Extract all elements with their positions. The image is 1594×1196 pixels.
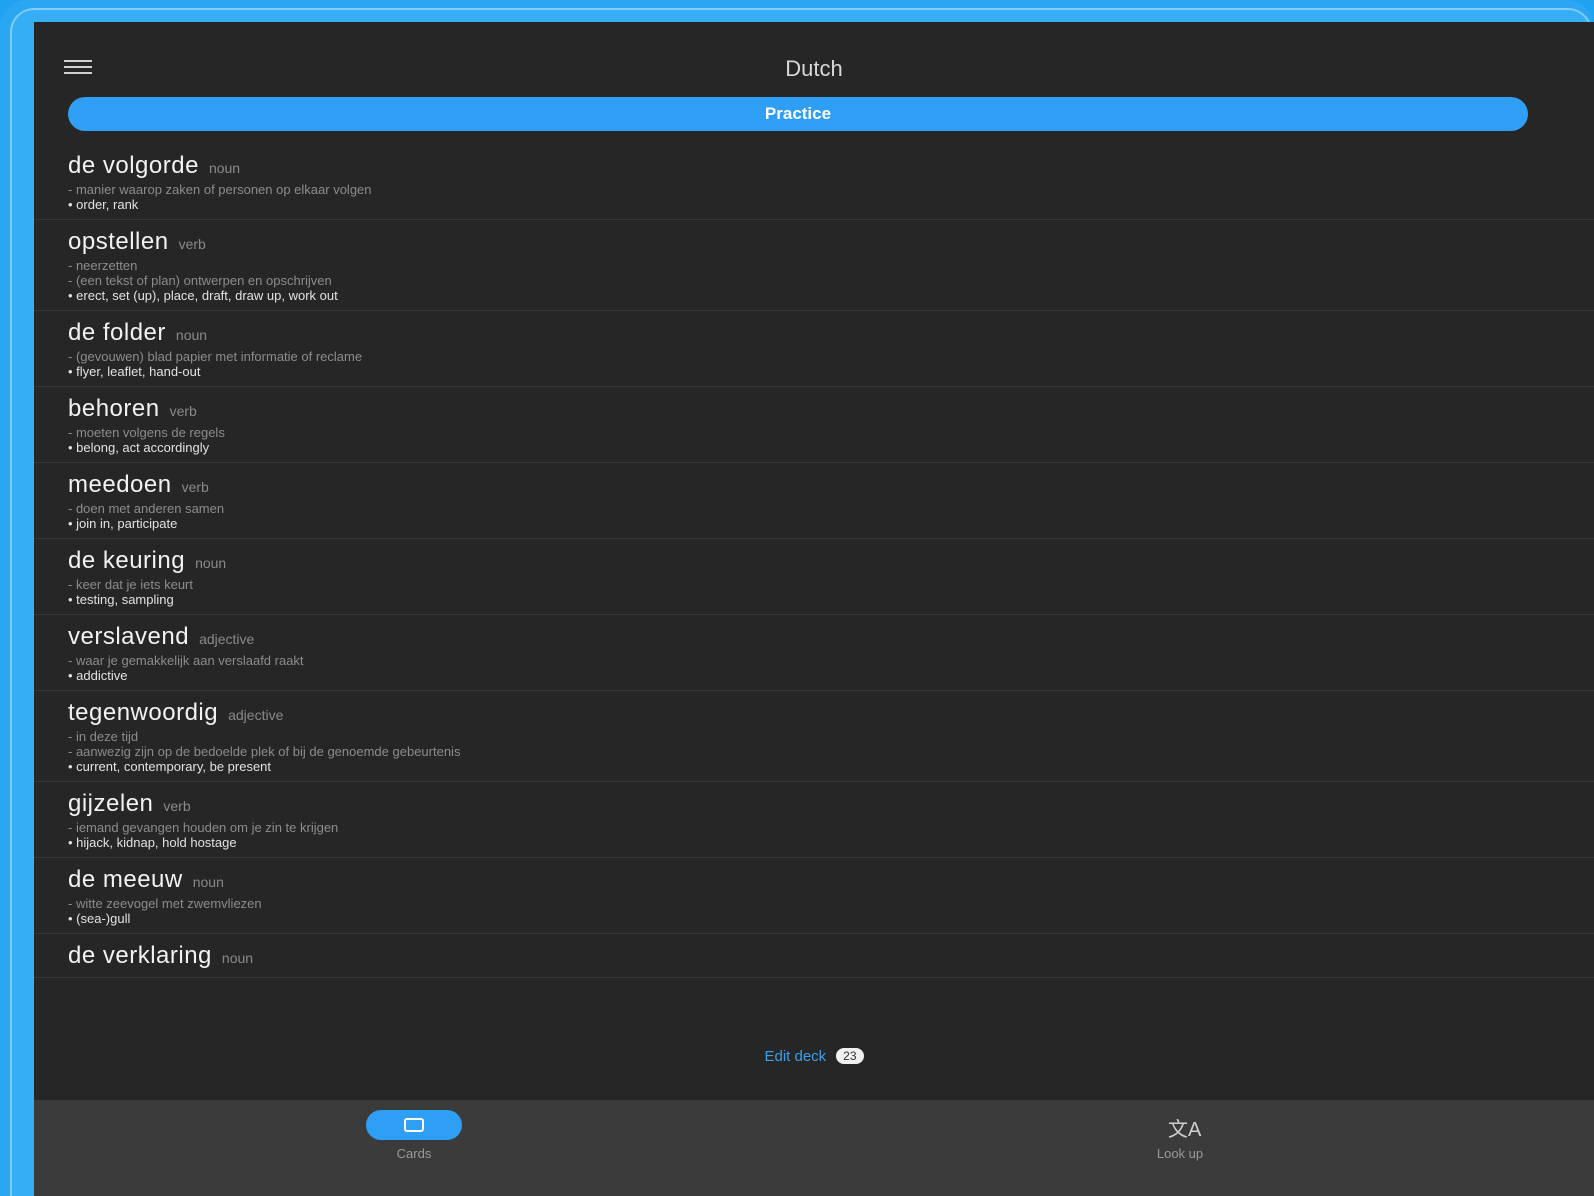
word-definition: - (gevouwen) blad papier met informatie …	[68, 349, 363, 364]
word-term: verslavend	[68, 623, 190, 650]
word-part-of-speech: verb	[178, 236, 206, 252]
word-part-of-speech: adjective	[228, 707, 284, 723]
word-term: de volgorde	[68, 152, 199, 179]
word-definition: - aanwezig zijn op de bedoelde plek of b…	[68, 744, 461, 759]
device-frame: Dutch Practice de volgorde noun - manier w…	[0, 0, 1594, 1196]
word-term: opstellen	[68, 228, 169, 255]
word-term: gijzelen	[68, 790, 154, 817]
word-translation: • belong, act accordingly	[68, 440, 210, 455]
word-card-header: de meeuw noun	[68, 866, 1560, 896]
word-definition: - iemand gevangen houden om je zin te kr…	[68, 820, 339, 835]
word-part-of-speech: verb	[181, 479, 209, 495]
word-card[interactable]: gijzelen verb - iemand gevangen houden om …	[34, 782, 1594, 858]
top-bar: Dutch	[34, 22, 1594, 92]
word-card-header: opstellen verb	[68, 228, 1560, 258]
word-card-header: gijzelen verb	[68, 790, 1560, 820]
edit-deck-row: Edit deck 23	[34, 1044, 1594, 1068]
word-card-header: meedoen verb	[68, 471, 1560, 501]
word-part-of-speech: noun	[208, 160, 241, 176]
word-card-header: de verklaring noun	[68, 942, 1560, 972]
nav-cards-label: Cards	[396, 1146, 432, 1161]
cards-icon	[404, 1118, 424, 1132]
word-definition: - waar je gemakkelijk aan verslaafd raak…	[68, 653, 304, 668]
card-count-badge: 23	[836, 1048, 864, 1064]
practice-button[interactable]: Practice	[68, 97, 1528, 131]
word-translation: • order, rank	[68, 197, 139, 212]
nav-lookup[interactable]: 文A Look up	[1120, 1110, 1240, 1161]
word-definition: - neerzetten	[68, 258, 138, 273]
word-definition: - keer dat je iets keurt	[68, 577, 193, 592]
word-definition: - moeten volgens de regels	[68, 425, 225, 440]
word-card[interactable]: meedoen verb - doen met anderen samen • joi…	[34, 463, 1594, 539]
word-card-header: de keuring noun	[68, 547, 1560, 577]
card-list: de volgorde noun - manier waarop zaken of …	[34, 144, 1594, 978]
word-card-header: behoren verb	[68, 395, 1560, 425]
word-card[interactable]: de folder noun - (gevouwen) blad papier me…	[34, 311, 1594, 387]
word-card-header: de folder noun	[68, 319, 1560, 349]
word-card[interactable]: verslavend adjective - waar je gemakkelijk…	[34, 615, 1594, 691]
word-definition: - in deze tijd	[68, 729, 139, 744]
word-card[interactable]: de volgorde noun - manier waarop zaken of …	[34, 144, 1594, 220]
word-card[interactable]: de verklaring noun	[34, 934, 1594, 978]
word-part-of-speech: verb	[169, 403, 197, 419]
word-part-of-speech: noun	[221, 950, 254, 966]
word-part-of-speech: verb	[163, 798, 191, 814]
word-card[interactable]: tegenwoordig adjective - in deze tijd - aan…	[34, 691, 1594, 782]
word-part-of-speech: adjective	[199, 631, 255, 647]
word-card-header: verslavend adjective	[68, 623, 1560, 653]
word-part-of-speech: noun	[175, 327, 208, 343]
word-definition: - doen met anderen samen	[68, 501, 225, 516]
word-card-header: tegenwoordig adjective	[68, 699, 1560, 729]
word-definition: - witte zeevogel met zwemvliezen	[68, 896, 262, 911]
word-translation: • addictive	[68, 668, 128, 683]
word-card[interactable]: behoren verb - moeten volgens de regels • b…	[34, 387, 1594, 463]
word-term: de meeuw	[68, 866, 183, 893]
word-card[interactable]: de keuring noun - keer dat je iets keurt • …	[34, 539, 1594, 615]
word-definition: - (een tekst of plan) ontwerpen en opsch…	[68, 273, 332, 288]
word-part-of-speech: noun	[195, 555, 227, 571]
word-translation: • testing, sampling	[68, 592, 174, 607]
word-translation: • hijack, kidnap, hold hostage	[68, 835, 237, 850]
word-term: tegenwoordig	[68, 699, 219, 726]
edit-deck-link[interactable]: Edit deck	[764, 1048, 826, 1065]
word-term: de keuring	[68, 547, 186, 574]
word-card[interactable]: de meeuw noun - witte zeevogel met zwemvli…	[34, 858, 1594, 934]
page-title: Dutch	[785, 56, 843, 81]
word-term: de verklaring	[68, 942, 212, 969]
word-term: de folder	[68, 319, 166, 346]
word-translation: • flyer, leaflet, hand-out	[68, 364, 201, 379]
word-card[interactable]: opstellen verb - neerzetten - (een tekst of…	[34, 220, 1594, 311]
word-translation: • erect, set (up), place, draft, draw up…	[68, 288, 338, 303]
word-term: behoren	[68, 395, 160, 422]
app-screen: Dutch Practice de volgorde noun - manier w…	[34, 22, 1594, 1196]
word-part-of-speech: noun	[192, 874, 224, 890]
word-term: meedoen	[68, 471, 172, 498]
nav-cards-active-pill	[366, 1110, 462, 1140]
bottom-navigation: Cards 文A Look up	[34, 1100, 1594, 1196]
word-translation: • (sea-)gull	[68, 911, 131, 926]
word-translation: • current, contemporary, be present	[68, 759, 272, 774]
nav-cards[interactable]: Cards	[354, 1110, 474, 1161]
word-translation: • join in, participate	[68, 516, 178, 531]
word-definition: - manier waarop zaken of personen op elk…	[68, 182, 372, 197]
translate-icon: 文A	[1168, 1119, 1202, 1141]
nav-lookup-label: Look up	[1156, 1146, 1204, 1161]
word-card-header: de volgorde noun	[68, 152, 1560, 182]
